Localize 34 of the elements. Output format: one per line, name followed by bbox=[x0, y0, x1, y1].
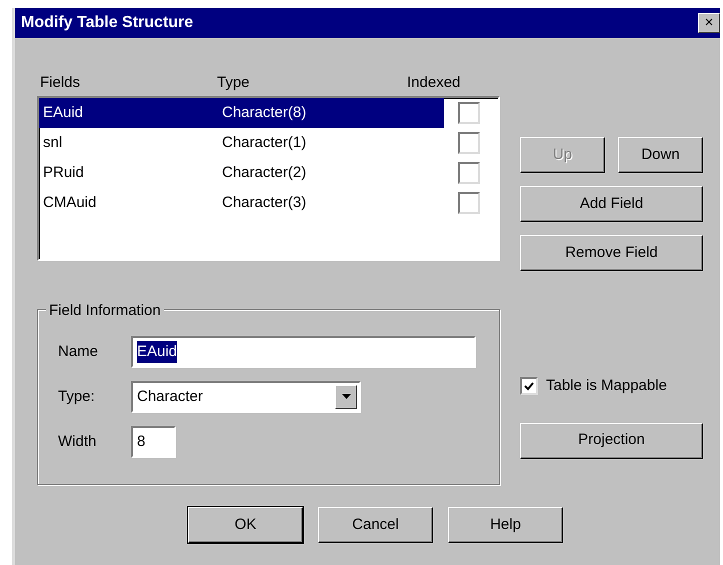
width-field[interactable]: 8 bbox=[131, 426, 176, 458]
name-field[interactable]: EAuid bbox=[131, 336, 476, 368]
column-header: Type bbox=[217, 73, 251, 92]
remove-field-button[interactable]: Remove Field bbox=[520, 235, 703, 271]
close-button[interactable]: × bbox=[698, 13, 720, 33]
field-label: Name bbox=[58, 342, 100, 362]
type-dropdown[interactable]: Character bbox=[131, 381, 361, 413]
checkbox[interactable] bbox=[458, 162, 480, 184]
window-title: Modify Table Structure bbox=[21, 13, 194, 33]
column-header: Indexed bbox=[407, 73, 462, 92]
column-header: Fields bbox=[39, 73, 82, 92]
help-button[interactable]: Help bbox=[448, 507, 563, 543]
checkbox[interactable] bbox=[458, 102, 480, 124]
field-name[interactable]: PRuid bbox=[39, 158, 219, 188]
add-field-button[interactable]: Add Field bbox=[520, 186, 703, 222]
checkbox[interactable] bbox=[458, 132, 480, 154]
field-type[interactable]: Character(8) bbox=[219, 98, 444, 128]
field-label: Width bbox=[58, 432, 98, 452]
projection-button[interactable]: Projection bbox=[520, 422, 703, 458]
checkbox-label: Table is Mappable bbox=[546, 376, 667, 396]
field-label: Type: bbox=[58, 386, 96, 407]
field-name[interactable]: snl bbox=[39, 128, 219, 158]
field-type[interactable]: Character(3) bbox=[219, 188, 444, 218]
down-button[interactable]: Down bbox=[618, 137, 703, 173]
field-type[interactable]: Character(2) bbox=[219, 158, 444, 188]
field-list[interactable]: EAuid Character(8) snl Character(1) PRuid Character(2) CMAuid Character(3) bbox=[37, 96, 500, 261]
ok-button[interactable]: OK bbox=[188, 507, 303, 543]
checkbox[interactable] bbox=[458, 192, 480, 214]
checkbox[interactable] bbox=[520, 377, 538, 396]
field-name[interactable]: EAuid bbox=[39, 98, 219, 128]
field-type[interactable]: Character(1) bbox=[219, 128, 444, 158]
check-icon bbox=[524, 382, 534, 391]
cancel-button[interactable]: Cancel bbox=[318, 507, 433, 543]
field-name[interactable]: CMAuid bbox=[39, 188, 219, 218]
